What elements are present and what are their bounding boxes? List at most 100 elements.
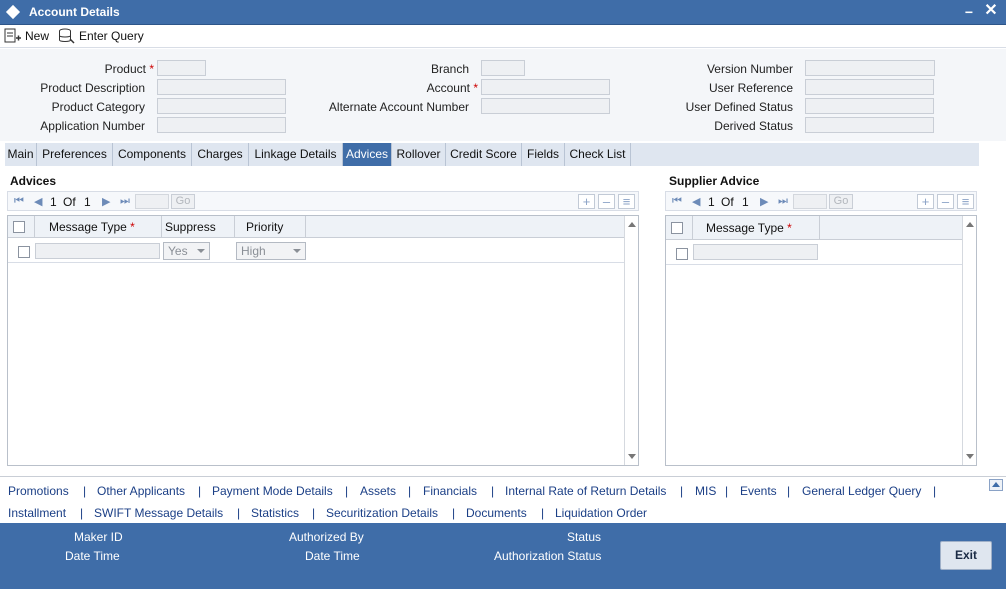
window-title-bar <box>0 0 1006 25</box>
column-suppress[interactable]: Suppress <box>162 216 235 238</box>
scroll-up-icon[interactable] <box>628 222 636 227</box>
user-reference-field[interactable] <box>805 79 934 95</box>
tab-main[interactable]: Main <box>5 143 37 166</box>
link-other-applicants[interactable]: Other Applicants <box>97 484 185 498</box>
supplier-advice-title: Supplier Advice <box>669 174 760 188</box>
advices-page-current: 1 <box>50 195 57 209</box>
previous-page-icon[interactable]: ◀ <box>34 195 42 208</box>
link-internal-rate-of-return-details[interactable]: Internal Rate of Return Details <box>505 484 666 498</box>
tab-components[interactable]: Components <box>113 143 192 166</box>
advices-page-input[interactable] <box>135 194 169 209</box>
next-page-icon[interactable]: ▶ <box>102 195 110 208</box>
user-defined-status-label: User Defined Status <box>685 100 793 114</box>
user-defined-status-field[interactable] <box>805 98 934 114</box>
alternate-account-number-field[interactable] <box>481 98 610 114</box>
link-documents[interactable]: Documents <box>466 506 527 520</box>
maker-id-label: Maker ID <box>74 530 123 544</box>
close-icon[interactable]: ✕ <box>983 2 999 20</box>
tab-check-list[interactable]: Check List <box>565 143 631 166</box>
tab-charges[interactable]: Charges <box>192 143 249 166</box>
row-checkbox[interactable] <box>676 248 688 260</box>
link-general-ledger-query[interactable]: General Ledger Query <box>802 484 921 498</box>
select-all-checkbox[interactable] <box>671 222 683 234</box>
account-field[interactable] <box>481 79 610 95</box>
link-financials[interactable]: Financials <box>423 484 477 498</box>
row-checkbox[interactable] <box>18 246 30 258</box>
advices-vertical-scrollbar[interactable] <box>624 216 638 465</box>
tab-linkage-details[interactable]: Linkage Details <box>249 143 343 166</box>
advices-grid: Message Type * Suppress Priority Yes Hig… <box>7 215 639 466</box>
link-installment[interactable]: Installment <box>8 506 66 520</box>
scroll-up-icon[interactable] <box>966 222 974 227</box>
link-payment-mode-details[interactable]: Payment Mode Details <box>212 484 333 498</box>
minimize-icon[interactable]: − <box>962 4 976 20</box>
link-statistics[interactable]: Statistics <box>251 506 299 520</box>
tab-strip: Main Preferences Components Charges Link… <box>5 143 979 166</box>
supplier-advice-grid-header: Message Type * <box>666 216 962 240</box>
version-number-label: Version Number <box>706 62 793 76</box>
enter-query-button[interactable]: Enter Query <box>58 28 144 45</box>
add-row-icon[interactable]: + <box>917 194 934 209</box>
priority-select[interactable]: High <box>236 242 306 260</box>
product-category-field[interactable] <box>157 98 286 114</box>
version-number-field[interactable] <box>805 60 935 76</box>
link-securitization-details[interactable]: Securitization Details <box>326 506 438 520</box>
exit-button[interactable]: Exit <box>940 541 992 570</box>
delete-row-icon[interactable]: – <box>598 194 615 209</box>
supplier-page-input[interactable] <box>793 194 827 209</box>
branch-field[interactable] <box>481 60 525 76</box>
single-view-icon[interactable]: ≡ <box>957 194 974 209</box>
supplier-page-total: 1 <box>742 195 749 209</box>
next-page-icon[interactable]: ▶ <box>760 195 768 208</box>
link-events[interactable]: Events <box>740 484 777 498</box>
tab-credit-score[interactable]: Credit Score <box>446 143 522 166</box>
suppress-select[interactable]: Yes <box>163 242 210 260</box>
supplier-vertical-scrollbar[interactable] <box>962 216 976 465</box>
link-assets[interactable]: Assets <box>360 484 396 498</box>
new-button[interactable]: New <box>4 28 49 45</box>
advices-pagination-bar: ⏮ ◀ 1 Of 1 ▶ ⏭ Go + – ≡ <box>7 191 639 211</box>
single-view-icon[interactable]: ≡ <box>618 194 635 209</box>
audit-footer: Maker ID Date Time Authorized By Date Ti… <box>0 523 1006 589</box>
scroll-down-icon[interactable] <box>628 454 636 459</box>
last-page-icon[interactable]: ⏭ <box>120 195 130 208</box>
supplier-page-of: Of <box>721 195 734 209</box>
product-label: Product * <box>104 62 154 76</box>
last-page-icon[interactable]: ⏭ <box>778 195 788 208</box>
column-message-type[interactable]: Message Type * <box>35 216 162 238</box>
link-swift-message-details[interactable]: SWIFT Message Details <box>94 506 223 520</box>
link-promotions[interactable]: Promotions <box>8 484 69 498</box>
link-liquidation-order[interactable]: Liquidation Order <box>555 506 647 520</box>
previous-page-icon[interactable]: ◀ <box>692 195 700 208</box>
link-mis[interactable]: MIS <box>695 484 716 498</box>
maker-date-time-label: Date Time <box>65 549 120 563</box>
advices-go-button[interactable]: Go <box>171 194 195 209</box>
first-page-icon[interactable]: ⏮ <box>14 195 24 208</box>
first-page-icon[interactable]: ⏮ <box>672 195 682 208</box>
alternate-account-number-label: Alternate Account Number <box>328 100 469 114</box>
select-all-checkbox[interactable] <box>13 221 25 233</box>
application-number-field[interactable] <box>157 117 286 133</box>
chevron-down-icon <box>293 249 301 253</box>
collapse-links-icon[interactable] <box>989 479 1003 491</box>
tab-rollover[interactable]: Rollover <box>392 143 446 166</box>
product-field[interactable] <box>157 60 206 76</box>
product-description-label: Product Description <box>40 81 145 95</box>
product-description-field[interactable] <box>157 79 286 95</box>
tab-preferences[interactable]: Preferences <box>37 143 113 166</box>
tab-advices[interactable]: Advices <box>343 143 392 166</box>
derived-status-field[interactable] <box>805 117 934 133</box>
advices-page-of: Of <box>63 195 76 209</box>
account-label: Account * <box>426 81 478 95</box>
scroll-down-icon[interactable] <box>966 454 974 459</box>
column-priority[interactable]: Priority <box>235 216 306 238</box>
advices-page-total: 1 <box>84 195 91 209</box>
delete-row-icon[interactable]: – <box>937 194 954 209</box>
add-row-icon[interactable]: + <box>578 194 595 209</box>
column-message-type[interactable]: Message Type * <box>693 216 820 240</box>
table-row: Yes High <box>8 239 624 263</box>
supplier-go-button[interactable]: Go <box>829 194 853 209</box>
message-type-input[interactable] <box>35 243 160 259</box>
tab-fields[interactable]: Fields <box>522 143 565 166</box>
supplier-message-type-input[interactable] <box>693 244 818 260</box>
